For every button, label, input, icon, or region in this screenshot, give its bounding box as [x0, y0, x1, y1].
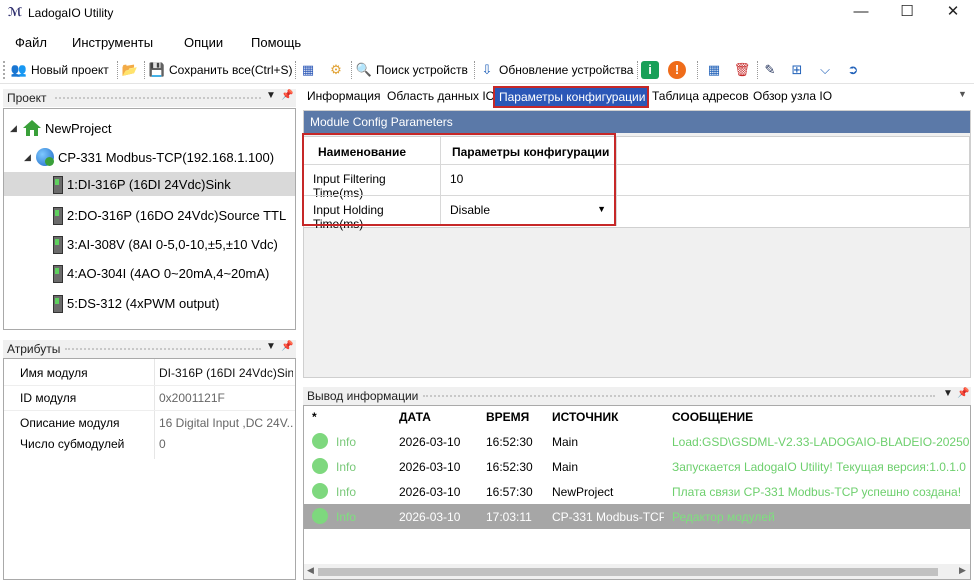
- new-project-icon: 👥: [10, 62, 28, 77]
- pin-icon[interactable]: 📌: [281, 341, 293, 352]
- tab-io-overview[interactable]: Обзор узла IO: [753, 89, 832, 103]
- col-header-source: ИСТОЧНИК: [552, 410, 619, 424]
- grid-button[interactable]: ▦: [705, 59, 726, 81]
- config-header: Module Config Parameters: [304, 111, 970, 133]
- update-device-button[interactable]: ⇩ Обновление устройства: [478, 59, 634, 81]
- module-icon: [50, 175, 64, 194]
- col-header-date: ДАТА: [399, 410, 431, 424]
- tree-node-module[interactable]: 4:AO-304I (4AO 0~20mA,4~20mA): [50, 261, 269, 285]
- dropdown-button[interactable]: ⌵: [816, 59, 837, 81]
- menu-options[interactable]: Опции: [184, 35, 223, 50]
- tab-info[interactable]: Информация: [307, 89, 380, 103]
- warning-icon: !: [668, 61, 686, 79]
- expand-icon[interactable]: ◢: [10, 123, 22, 134]
- tree-node-module[interactable]: 1:DI-316P (16DI 24Vdc)Sink: [4, 172, 295, 196]
- maximize-button[interactable]: ☐: [884, 0, 930, 26]
- download-icon: ⇩: [481, 62, 493, 77]
- save-all-button[interactable]: 💾 Сохранить все(Ctrl+S): [148, 59, 293, 81]
- app-logo-icon: ℳ: [8, 5, 23, 19]
- log-row[interactable]: Info 2026-03-10 16:52:30 Main Запускаетс…: [304, 454, 970, 479]
- log-row[interactable]: Info 2026-03-10 16:57:30 NewProject Плат…: [304, 479, 970, 504]
- close-button[interactable]: ✕: [930, 0, 974, 26]
- tree-node-module[interactable]: 2:DO-316P (16DO 24Vdc)Source TTL: [50, 203, 286, 227]
- log-row[interactable]: Info 2026-03-10 16:52:30 Main Load:GSD\G…: [304, 429, 970, 454]
- attr-row[interactable]: ID модуля 0x2001121F: [4, 386, 295, 410]
- add-module-button[interactable]: ⊞: [788, 59, 809, 81]
- search-devices-button[interactable]: 🔍 Поиск устройств: [355, 59, 468, 81]
- warning-button[interactable]: !: [668, 59, 689, 81]
- search-icon: 🔍: [355, 62, 373, 77]
- scroll-thumb[interactable]: [318, 568, 938, 576]
- menu-tools[interactable]: Инструменты: [72, 35, 153, 50]
- network-device-icon: [36, 148, 54, 166]
- col-header-star: *: [312, 410, 317, 424]
- grid-icon: ▦: [707, 62, 721, 77]
- status-dot-icon: [312, 458, 328, 474]
- monitor-button[interactable]: ▦: [299, 59, 320, 81]
- title-bar: ℳ LadogaIO Utility — ☐ ✕: [0, 0, 974, 26]
- tab-overflow-icon[interactable]: ▼: [958, 89, 967, 99]
- project-tree: ◢ NewProject ◢ CP-331 Modbus-TCP(192.168…: [3, 108, 296, 330]
- pin-icon[interactable]: 📌: [957, 388, 969, 399]
- new-project-button[interactable]: 👥 Новый проект: [10, 59, 109, 81]
- info-icon: i: [641, 61, 659, 79]
- panel-menu-icon[interactable]: ▼: [266, 341, 276, 352]
- tab-address-table[interactable]: Таблица адресов: [652, 89, 749, 103]
- project-panel-header: Проект ▼ 📌: [3, 89, 296, 107]
- highlight-frame: [302, 133, 616, 226]
- monitor-icon: ▦: [301, 62, 315, 77]
- col-header-message: СООБЩЕНИЕ: [672, 410, 754, 424]
- status-dot-icon: [312, 433, 328, 449]
- module-icon: [50, 294, 64, 313]
- module-icon: [50, 206, 64, 225]
- tree-node-module[interactable]: 5:DS-312 (4xPWM output): [50, 291, 219, 315]
- settings-button[interactable]: ⚙: [327, 59, 348, 81]
- toolbar: 👥 Новый проект 📂 💾 Сохранить все(Ctrl+S)…: [0, 56, 974, 84]
- module-icon: [50, 264, 64, 283]
- tab-io-data[interactable]: Область данных IO: [387, 89, 495, 103]
- edit-icon: ✎: [764, 62, 776, 77]
- delete-button[interactable]: 🗑: [733, 59, 754, 81]
- tree-node-device[interactable]: ◢ CP-331 Modbus-TCP(192.168.1.100): [24, 145, 274, 169]
- edit-button[interactable]: ✎: [761, 59, 782, 81]
- log-row[interactable]: Info 2026-03-10 17:03:11 CP-331 Modbus-T…: [304, 504, 970, 529]
- tree-node-root[interactable]: ◢ NewProject: [10, 116, 111, 140]
- panel-menu-icon[interactable]: ▼: [266, 90, 276, 101]
- home-icon: [23, 120, 41, 136]
- save-icon: 💾: [148, 62, 166, 77]
- tree-node-module[interactable]: 3:AI-308V (8AI 0-5,0-10,±5,±10 Vdc): [50, 232, 278, 256]
- attr-row[interactable]: Число субмодулей 0: [4, 432, 295, 456]
- menu-bar: Файл Инструменты Опции Помощь: [0, 30, 974, 54]
- menu-file[interactable]: Файл: [15, 35, 47, 50]
- menu-help[interactable]: Помощь: [251, 35, 301, 50]
- attributes-grid: Имя модуля DI-316P (16DI 24Vdc)Sink ID м…: [3, 358, 296, 580]
- status-dot-icon: [312, 483, 328, 499]
- exit-button[interactable]: ➲: [844, 59, 865, 81]
- trash-icon: 🗑: [733, 62, 751, 77]
- chevron-down-circle-icon: ⌵: [820, 62, 830, 77]
- tab-config-params[interactable]: Параметры конфигурации: [493, 86, 649, 108]
- gear-icon: ⚙: [330, 62, 342, 77]
- expand-icon[interactable]: ◢: [24, 152, 36, 163]
- panel-menu-icon[interactable]: ▼: [943, 388, 953, 399]
- output-log: * ДАТА ВРЕМЯ ИСТОЧНИК СООБЩЕНИЕ Info 202…: [303, 405, 971, 580]
- horizontal-scrollbar[interactable]: ◀ ▶: [304, 564, 970, 579]
- module-icon: [50, 235, 64, 254]
- exit-icon: ➲: [847, 62, 859, 77]
- add-module-icon: ⊞: [791, 62, 803, 77]
- info-button[interactable]: i: [641, 59, 662, 81]
- minimize-button[interactable]: —: [838, 0, 884, 26]
- open-folder-button[interactable]: 📂: [121, 59, 142, 81]
- scroll-left-icon[interactable]: ◀: [307, 565, 314, 576]
- window-title: LadogaIO Utility: [28, 6, 114, 20]
- status-dot-icon: [312, 508, 328, 524]
- pin-icon[interactable]: 📌: [281, 90, 293, 101]
- toolbar-grip[interactable]: [3, 61, 6, 79]
- attr-row[interactable]: Имя модуля DI-316P (16DI 24Vdc)Sink: [4, 361, 295, 385]
- attributes-panel-header: Атрибуты ▼ 📌: [3, 340, 296, 358]
- scroll-right-icon[interactable]: ▶: [959, 565, 966, 576]
- output-panel-header: Вывод информации ▼ 📌: [303, 387, 971, 405]
- col-header-time: ВРЕМЯ: [486, 410, 530, 424]
- folder-icon: 📂: [121, 62, 139, 77]
